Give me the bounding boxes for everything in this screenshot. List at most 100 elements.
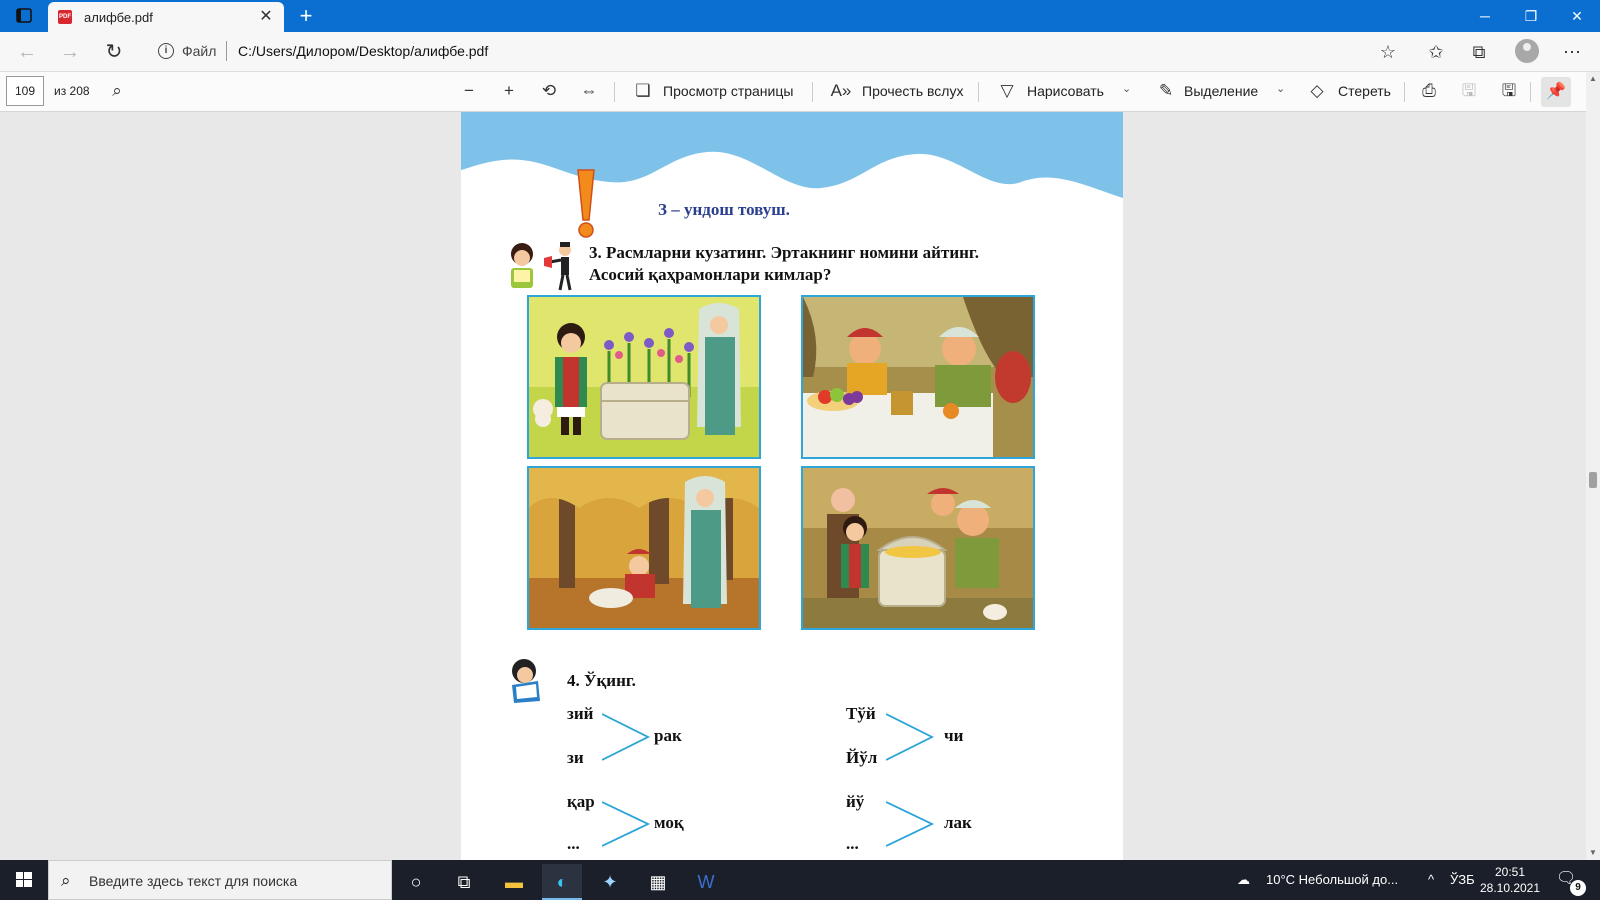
edge-browser-icon[interactable]: ◐ bbox=[542, 864, 582, 900]
syllable: зи bbox=[567, 748, 584, 767]
clock[interactable]: 20:51 28.10.2021 bbox=[1470, 864, 1550, 896]
profile-avatar[interactable] bbox=[1515, 39, 1539, 63]
save-icon[interactable]: 🖫 bbox=[1458, 80, 1480, 102]
taskbar: ⌕ Введите здесь текст для поиска ○ ⧉ ▬ ◐… bbox=[0, 860, 1600, 900]
time: 20:51 bbox=[1494, 865, 1526, 879]
file-explorer-icon[interactable]: ▬ bbox=[494, 864, 534, 900]
url-input[interactable]: C:/Users/Дилором/Desktop/алифбе.pdf bbox=[238, 43, 488, 59]
syllable: зий bbox=[567, 704, 594, 723]
zoom-in-icon[interactable]: + bbox=[498, 80, 520, 102]
syllable: Йўл bbox=[846, 748, 878, 767]
favorites-icon[interactable]: ✩ bbox=[1424, 40, 1448, 64]
pin-toolbar-icon[interactable]: 📌 bbox=[1541, 77, 1571, 107]
taskbar-search-box[interactable]: ⌕ Введите здесь текст для поиска bbox=[48, 860, 392, 900]
cortana-icon[interactable]: ○ bbox=[396, 864, 436, 900]
eraser-icon[interactable]: ◇ bbox=[1306, 80, 1328, 102]
notification-count: 9 bbox=[1570, 880, 1586, 896]
read-aloud-button[interactable]: Прочесть вслух bbox=[862, 83, 963, 99]
add-favorite-icon[interactable]: ☆ bbox=[1376, 40, 1400, 64]
read-aloud-icon[interactable]: A» bbox=[830, 80, 852, 102]
sky-background bbox=[461, 112, 1123, 198]
url-scheme: Файл bbox=[182, 43, 217, 59]
boy-reading-icon bbox=[512, 659, 540, 703]
illustration-people-eating bbox=[801, 295, 1035, 459]
close-window-button[interactable]: ✕ bbox=[1554, 0, 1600, 32]
info-icon[interactable]: i bbox=[158, 43, 174, 59]
syllable-ending: чи bbox=[944, 726, 964, 745]
syllable: қар bbox=[567, 792, 595, 811]
word-icon[interactable]: W bbox=[686, 864, 726, 900]
search-icon: ⌕ bbox=[61, 871, 71, 890]
minimize-button[interactable]: ─ bbox=[1462, 0, 1508, 32]
tray-expand-icon[interactable]: ^ bbox=[1428, 872, 1434, 887]
collections-icon[interactable]: ⧉ bbox=[1467, 40, 1491, 64]
tab-title: алифбе.pdf bbox=[84, 10, 153, 25]
syllable: ... bbox=[846, 834, 859, 853]
connector-lines bbox=[602, 713, 651, 761]
date: 28.10.2021 bbox=[1479, 881, 1541, 895]
app-icon[interactable]: ✦ bbox=[590, 864, 630, 900]
fit-width-icon[interactable]: ⇔ bbox=[578, 80, 600, 102]
syllable: йў bbox=[846, 792, 865, 811]
exclamation-icon bbox=[577, 169, 595, 238]
pdf-page: З – ундош товуш. 3. Расмларни кузатинг. … bbox=[461, 112, 1123, 860]
highlight-chevron-down-icon[interactable]: ⌄ bbox=[1276, 82, 1285, 95]
back-arrow-icon[interactable]: ← bbox=[13, 38, 41, 66]
tab-actions-icon[interactable] bbox=[10, 6, 38, 26]
draw-icon[interactable]: ▽ bbox=[996, 80, 1018, 102]
syllable: ... bbox=[567, 834, 580, 853]
rotate-icon[interactable]: ⟲ bbox=[538, 80, 560, 102]
url-divider bbox=[226, 41, 227, 61]
connector-lines bbox=[886, 801, 935, 847]
syllable-ending: моқ bbox=[654, 813, 684, 832]
page-number-input[interactable]: 109 bbox=[6, 76, 44, 106]
pdf-toolbar: 109 из 208 ⌕ − + ⟲ ⇔ ❏ Просмотр страницы… bbox=[0, 72, 1600, 112]
reading-children-icon bbox=[511, 242, 572, 291]
illustration-treasure-chest bbox=[801, 466, 1035, 630]
highlight-button[interactable]: Выделение bbox=[1184, 83, 1258, 99]
store-icon[interactable]: ▦ bbox=[638, 864, 678, 900]
weather-icon[interactable]: ☁ bbox=[1237, 872, 1250, 888]
scroll-up-icon[interactable]: ▲ bbox=[1586, 72, 1600, 86]
highlight-icon[interactable]: ✎ bbox=[1155, 80, 1177, 102]
exercise-3-subtitle: Асосий қаҳрамонлари кимлар? bbox=[589, 265, 832, 284]
forward-arrow-icon[interactable]: → bbox=[56, 38, 84, 66]
connector-lines bbox=[886, 713, 935, 761]
zoom-out-icon[interactable]: − bbox=[458, 80, 480, 102]
search-placeholder: Введите здесь текст для поиска bbox=[89, 873, 298, 889]
reload-icon[interactable]: ↻ bbox=[100, 38, 128, 66]
address-bar: ← → ↻ i Файл C:/Users/Дилором/Desktop/ал… bbox=[0, 32, 1600, 72]
title-bar: PDF алифбе.pdf ✕ + ─ ❐ ✕ bbox=[0, 0, 1600, 32]
rule-text: З – ундош товуш. bbox=[658, 200, 790, 219]
draw-chevron-down-icon[interactable]: ⌄ bbox=[1122, 82, 1131, 95]
pdf-viewer[interactable]: З – ундош товуш. 3. Расмларни кузатинг. … bbox=[0, 112, 1586, 860]
search-icon[interactable]: ⌕ bbox=[106, 80, 128, 102]
page-total: из 208 bbox=[54, 84, 90, 98]
syllable-ending: лак bbox=[944, 813, 972, 832]
scroll-thumb[interactable] bbox=[1589, 472, 1597, 488]
browser-tab[interactable]: PDF алифбе.pdf ✕ bbox=[48, 2, 284, 32]
vertical-scrollbar[interactable]: ▲ ▼ bbox=[1586, 72, 1600, 860]
erase-button[interactable]: Стереть bbox=[1338, 83, 1391, 99]
exercise-4-title: 4. Ўқинг. bbox=[567, 671, 636, 690]
connector-lines bbox=[602, 801, 651, 847]
print-icon[interactable]: ⎙ bbox=[1418, 80, 1440, 102]
syllable: Тўй bbox=[846, 704, 876, 723]
windows-start-icon[interactable] bbox=[0, 860, 48, 900]
save-as-icon[interactable]: 🖫 bbox=[1498, 80, 1520, 102]
illustration-girl-chest bbox=[527, 295, 761, 459]
new-tab-button[interactable]: + bbox=[294, 4, 318, 28]
more-options-icon[interactable]: ⋯ bbox=[1560, 40, 1584, 64]
syllable-ending: рак bbox=[654, 726, 682, 745]
pdf-file-icon: PDF bbox=[58, 10, 72, 24]
close-tab-icon[interactable]: ✕ bbox=[256, 7, 276, 27]
page-view-icon[interactable]: ❏ bbox=[632, 80, 654, 102]
draw-button[interactable]: Нарисовать bbox=[1027, 83, 1104, 99]
scroll-down-icon[interactable]: ▼ bbox=[1586, 846, 1600, 860]
restore-button[interactable]: ❐ bbox=[1508, 0, 1554, 32]
illustration-forest bbox=[527, 466, 761, 630]
task-view-icon[interactable]: ⧉ bbox=[444, 864, 484, 900]
weather-text[interactable]: 10°C Небольшой до... bbox=[1266, 872, 1398, 887]
exercise-3-title: 3. Расмларни кузатинг. Эртакнинг номини … bbox=[589, 243, 979, 262]
page-view-button[interactable]: Просмотр страницы bbox=[663, 83, 793, 99]
